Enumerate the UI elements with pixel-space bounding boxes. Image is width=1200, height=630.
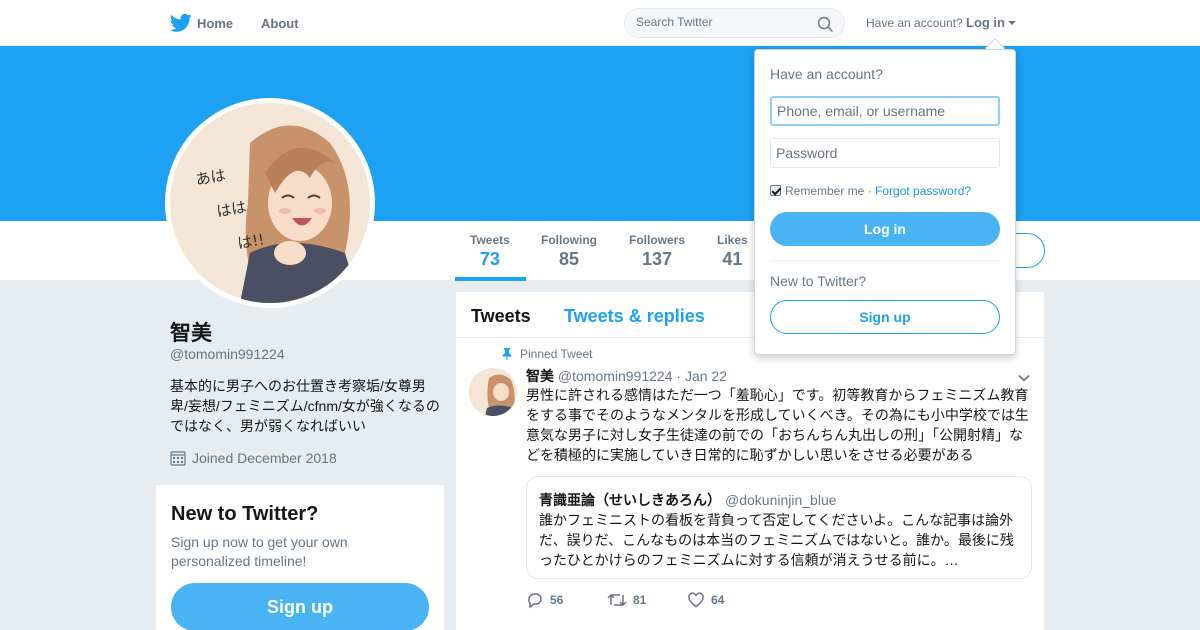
stat-label: Likes <box>717 233 748 247</box>
reply-icon <box>528 593 542 609</box>
chevron-down-icon[interactable] <box>1018 372 1030 384</box>
nav-about-link[interactable]: About <box>261 16 299 31</box>
stat-label: Followers <box>629 233 686 247</box>
tweet-text: 男性に許される感情はただ一つ「羞恥心」です。初等教育からフェミニズム教育をする事… <box>526 387 1029 463</box>
quoted-tweet[interactable]: 青識亜論（せいしきあろん） @dokuninjin_blue 誰かフェミニストの看… <box>526 476 1032 579</box>
remember-label[interactable]: Remember me <box>785 184 864 198</box>
like-action[interactable]: 64 <box>687 591 724 609</box>
tab-tweets-replies[interactable]: Tweets & replies <box>564 306 705 327</box>
signup-card-title: New to Twitter? <box>171 503 319 525</box>
profile-name[interactable]: 智美 <box>170 317 212 347</box>
search-box[interactable] <box>624 8 845 38</box>
tweet-header: 智美 @tomomin991224 · Jan 22 <box>526 366 727 386</box>
login-button[interactable]: Log in <box>770 212 1000 246</box>
stat-value: 41 <box>722 249 743 269</box>
stat-label: Tweets <box>470 233 510 247</box>
signup-button[interactable]: Sign up <box>770 300 1000 334</box>
chevron-down-icon[interactable] <box>1008 21 1016 25</box>
quoted-tweet-text: 誰かフェミニストの看板を背負って否定してくださいよ。こんな記事は論外だ、誤りだ、… <box>539 512 1014 568</box>
remember-checkbox[interactable] <box>770 185 781 196</box>
stat-value: 137 <box>641 249 673 269</box>
retweet-action[interactable]: 81 <box>607 591 646 609</box>
username-field[interactable] <box>770 96 1000 126</box>
signup-card-button[interactable]: Sign up <box>171 583 429 630</box>
calendar-icon <box>170 451 186 466</box>
nav-home-link[interactable]: Home <box>197 16 233 31</box>
divider <box>770 260 1000 261</box>
quoted-author-handle: @dokuninjin_blue <box>725 492 837 508</box>
forgot-password-link[interactable]: Forgot password? <box>875 184 971 198</box>
top-nav: Home About Have an account? Log in <box>0 0 1200 46</box>
tweet-meta[interactable]: @tomomin991224 · Jan 22 <box>558 368 727 384</box>
search-input[interactable] <box>636 15 806 29</box>
reply-count: 56 <box>550 593 564 607</box>
remember-row: Remember me · Forgot password? <box>770 184 971 198</box>
stat-tweets[interactable]: Tweets 73 <box>470 233 510 270</box>
heart-icon <box>688 592 704 608</box>
avatar-illustration: あは はは は!! <box>170 103 370 303</box>
tweet-avatar[interactable] <box>469 368 517 416</box>
quoted-author-name: 青識亜論（せいしきあろん） <box>539 492 721 508</box>
stat-likes[interactable]: Likes 41 <box>717 233 748 270</box>
stat-value: 85 <box>558 249 580 269</box>
password-field[interactable] <box>770 138 1000 168</box>
stat-followers[interactable]: Followers 137 <box>629 233 685 270</box>
reply-action[interactable]: 56 <box>526 591 563 609</box>
active-tab-indicator <box>455 277 526 281</box>
quoted-tweet-header: 青識亜論（せいしきあろん） @dokuninjin_blue <box>539 490 837 510</box>
login-dropdown: Have an account? Remember me · Forgot pa… <box>754 49 1016 355</box>
tweet-author-name[interactable]: 智美 <box>526 368 554 384</box>
tab-tweets[interactable]: Tweets <box>471 306 531 327</box>
retweet-count: 81 <box>633 593 647 607</box>
profile-handle[interactable]: @tomomin991224 <box>170 346 285 362</box>
pinned-text: Pinned Tweet <box>520 347 593 361</box>
joined-date: Joined December 2018 <box>170 450 337 466</box>
signup-card: New to Twitter? Sign up now to get your … <box>156 485 444 630</box>
like-count: 64 <box>711 593 725 607</box>
stat-label: Following <box>541 233 597 247</box>
signup-card-subtitle: Sign up now to get your own personalized… <box>171 534 348 569</box>
twitter-bird-icon[interactable] <box>170 13 192 33</box>
new-to-twitter-text: New to Twitter? <box>770 273 867 289</box>
tweet-avatar-illustration <box>469 368 517 416</box>
have-account-text: Have an account? <box>866 16 963 30</box>
login-menu-link[interactable]: Log in <box>966 15 1005 30</box>
profile-bio: 基本的に男子へのお仕置き考察垢/女尊男卑/妄想/フェミニズム/cfnm/女が強く… <box>170 378 440 434</box>
search-icon[interactable] <box>817 16 833 32</box>
pinned-tweet-label: Pinned Tweet <box>502 347 593 361</box>
dropdown-title: Have an account? <box>770 66 883 82</box>
joined-text: Joined December 2018 <box>192 450 337 466</box>
retweet-icon <box>607 593 627 607</box>
pin-icon <box>502 348 512 360</box>
stat-value: 73 <box>479 249 500 269</box>
profile-avatar[interactable]: あは はは は!! <box>165 98 375 308</box>
stat-following[interactable]: Following 85 <box>541 233 597 270</box>
separator: · <box>864 184 876 198</box>
